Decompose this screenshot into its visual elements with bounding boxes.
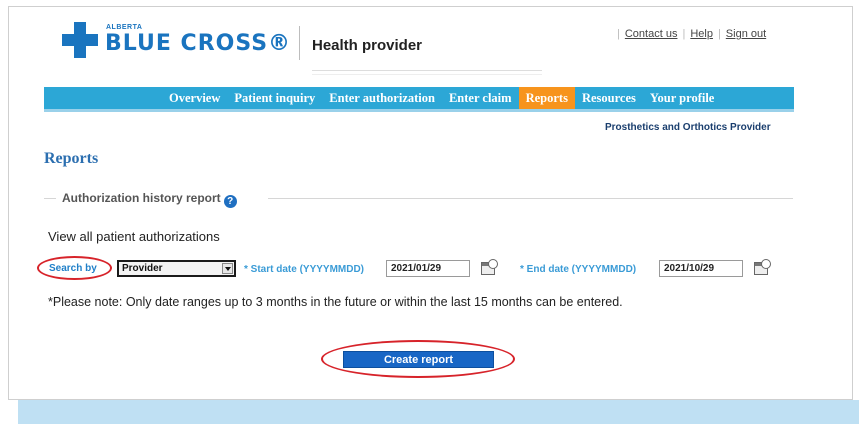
create-report-button[interactable]: Create report [343, 351, 494, 368]
start-date-input[interactable] [386, 260, 470, 277]
help-link[interactable]: Help [690, 28, 713, 40]
view-all-text: View all patient authorizations [48, 229, 220, 244]
top-links: | Contact us | Help | Sign out [617, 28, 767, 40]
help-icon[interactable]: ? [223, 195, 237, 208]
logo-divider [299, 26, 300, 60]
section-title-text: Authorization history report [62, 191, 221, 205]
calendar-icon[interactable] [480, 259, 498, 275]
section-divider-left [44, 198, 56, 199]
search-by-highlight-oval [37, 256, 112, 280]
chevron-down-icon [222, 263, 233, 274]
main-nav: Overview Patient inquiry Enter authoriza… [44, 87, 794, 112]
header-rule-secondary [312, 74, 542, 75]
nav-item-reports[interactable]: Reports [518, 87, 575, 109]
bottom-band [18, 400, 859, 424]
header-rule [312, 70, 542, 71]
end-date-label: * End date (YYYYMMDD) [520, 264, 637, 275]
search-by-value: Provider [122, 263, 163, 274]
nav-item-resources[interactable]: Resources [575, 87, 643, 109]
page-title: Reports [44, 150, 99, 167]
nav-item-overview[interactable]: Overview [162, 87, 227, 109]
search-by-select[interactable]: Provider [117, 260, 236, 277]
date-range-note: *Please note: Only date ranges up to 3 m… [48, 295, 623, 309]
contact-us-link[interactable]: Contact us [625, 28, 678, 40]
section-title: Authorization history report? [62, 191, 237, 208]
logo-top-text: ALBERTA [106, 24, 143, 31]
start-date-label: * Start date (YYYYMMDD) [244, 264, 365, 275]
sign-out-link[interactable]: Sign out [726, 28, 766, 40]
site-subtitle: Health provider [312, 37, 423, 54]
nav-item-patient-inquiry[interactable]: Patient inquiry [227, 87, 322, 109]
calendar-icon[interactable] [753, 259, 771, 275]
nav-item-enter-claim[interactable]: Enter claim [442, 87, 519, 109]
provider-type-label: Prosthetics and Orthotics Provider [605, 122, 771, 133]
nav-item-enter-authorization[interactable]: Enter authorization [322, 87, 442, 109]
blue-cross-icon [62, 22, 98, 58]
logo-main-text: BLUE CROSS® [105, 31, 292, 56]
section-divider-right [268, 198, 793, 199]
end-date-input[interactable] [659, 260, 743, 277]
nav-item-your-profile[interactable]: Your profile [643, 87, 721, 109]
